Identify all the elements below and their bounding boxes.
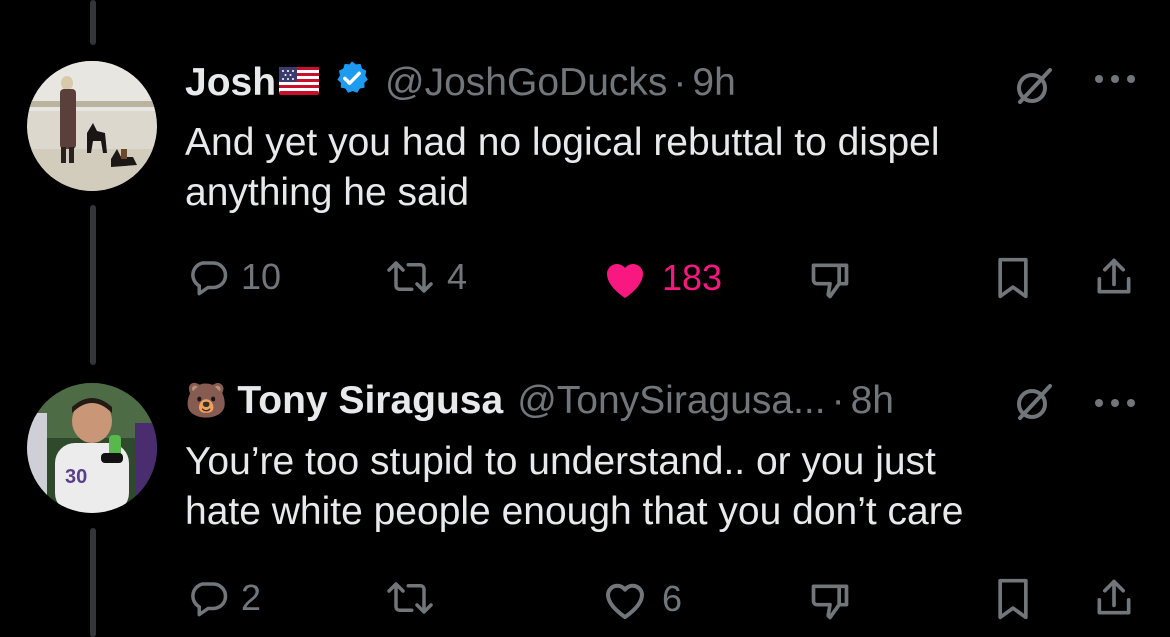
share-icon [1097, 258, 1131, 294]
dislike-button[interactable] [807, 258, 853, 302]
tweet-text-line: hate white people enough that you don’t … [185, 490, 964, 533]
handle[interactable]: @TonySiragusa... [517, 379, 825, 423]
grok-icon[interactable] [1012, 64, 1056, 113]
reply-button[interactable]: 2 [187, 577, 261, 619]
bookmark-button[interactable] [996, 256, 1030, 300]
verified-icon[interactable] [333, 59, 371, 107]
tweet-josh[interactable]: Josh @JoshGoDucks · 9h And yet you had n… [0, 0, 1170, 330]
bear-emoji: 🐻 [185, 382, 228, 420]
more-icon[interactable] [1092, 72, 1138, 91]
dislike-icon [811, 584, 849, 620]
retweet-icon [387, 582, 433, 614]
more-icon[interactable] [1092, 396, 1138, 415]
retweet-icon [387, 261, 433, 293]
heart-icon [606, 583, 644, 619]
tweet-text-line: You’re too stupid to understand.. or you… [185, 440, 936, 483]
timestamp[interactable]: 9h [692, 61, 735, 105]
heart-icon [607, 264, 643, 298]
reply-button[interactable]: 10 [187, 256, 281, 298]
separator-dot: · [673, 61, 687, 104]
reply-count: 2 [241, 577, 262, 618]
display-name[interactable]: Josh [185, 61, 276, 105]
dislike-icon [811, 263, 849, 299]
share-button[interactable] [1092, 575, 1136, 621]
tweet-text-line: anything he said [185, 171, 470, 214]
like-button[interactable]: 6 [600, 577, 682, 621]
bookmark-icon [998, 257, 1028, 299]
retweet-button[interactable]: 4 [385, 256, 467, 298]
bookmark-button[interactable] [996, 577, 1030, 621]
reply-icon [191, 261, 228, 296]
avatar[interactable]: 30 [27, 383, 157, 513]
display-name[interactable]: Tony Siragusa [237, 379, 503, 423]
tweet-tony[interactable]: 30 🐻 Tony Siragusa @TonySiragusa... · 8h… [0, 330, 1170, 637]
us-flag-icon [279, 61, 320, 105]
tweet-header: 🐻 Tony Siragusa @TonySiragusa... · 8h [185, 376, 894, 426]
tweet-text: You’re too stupid to understand.. or you… [185, 437, 1145, 537]
grok-icon[interactable] [1012, 380, 1056, 429]
reply-icon [191, 582, 228, 617]
tweet-text-line: And yet you had no logical rebuttal to d… [185, 121, 940, 164]
like-count: 6 [662, 578, 683, 619]
avatar[interactable] [27, 61, 157, 191]
handle[interactable]: @JoshGoDucks [385, 61, 667, 105]
reply-count: 10 [241, 256, 282, 297]
share-icon [1097, 579, 1131, 615]
separator-dot: · [831, 379, 845, 422]
timestamp[interactable]: 8h [851, 379, 894, 423]
share-button[interactable] [1092, 254, 1136, 300]
retweet-count: 4 [447, 256, 468, 297]
like-count: 183 [662, 257, 723, 298]
dislike-button[interactable] [807, 579, 853, 623]
tweet-text: And yet you had no logical rebuttal to d… [185, 118, 1145, 218]
like-button[interactable]: 183 [600, 256, 722, 300]
retweet-button[interactable] [385, 577, 447, 619]
bookmark-icon [998, 578, 1028, 620]
svg-text:30: 30 [65, 466, 87, 488]
tweet-header: Josh @JoshGoDucks · 9h [185, 58, 736, 108]
